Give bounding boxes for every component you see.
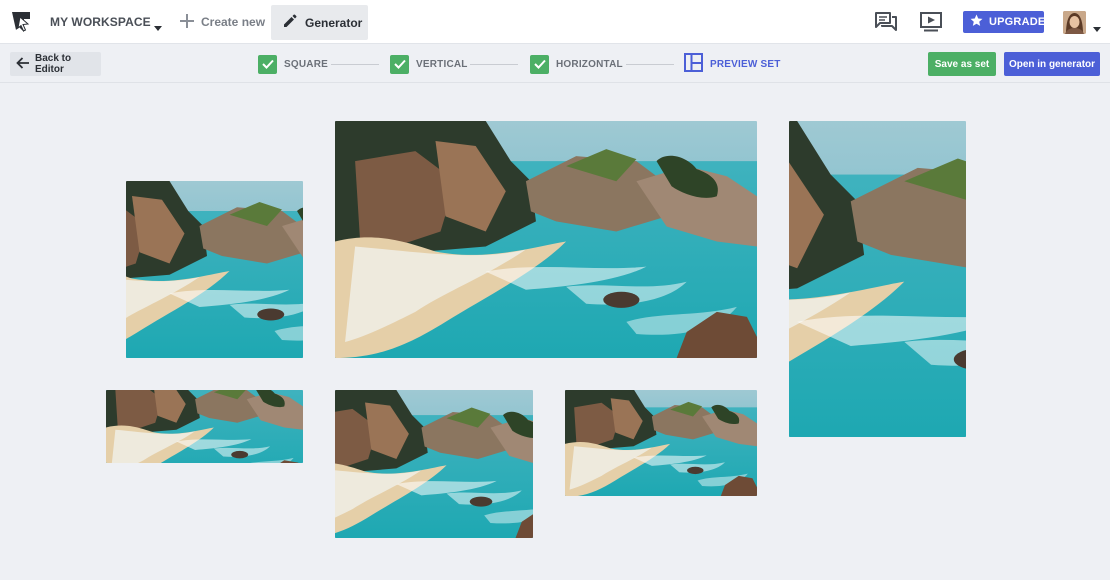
- logo-icon[interactable]: [10, 10, 34, 34]
- step-square[interactable]: SQUARE: [258, 54, 328, 74]
- step-label: HORIZONTAL: [556, 58, 623, 70]
- chevron-down-icon[interactable]: [1093, 20, 1101, 32]
- save-as-set-button[interactable]: Save as set: [928, 52, 996, 76]
- arrow-left-icon: [16, 56, 30, 72]
- pencil-icon: [283, 14, 297, 31]
- create-new-label: Create new: [201, 15, 266, 29]
- portrait-preview[interactable]: [335, 390, 533, 538]
- generator-tab[interactable]: Generator: [271, 5, 368, 40]
- star-icon: [970, 14, 983, 30]
- top-bar: MY WORKSPACE Create new Generator UPGRAD…: [0, 0, 1110, 44]
- back-to-editor-label: Back to Editor: [35, 53, 72, 75]
- layout-icon: [684, 53, 703, 75]
- checkmark-icon: [258, 54, 277, 74]
- comments-icon[interactable]: [874, 10, 898, 34]
- step-vertical[interactable]: VERTICAL: [390, 54, 468, 74]
- workspace-selector[interactable]: MY WORKSPACE: [50, 0, 151, 44]
- step-connector: [470, 64, 518, 65]
- step-preview-set[interactable]: PREVIEW SET: [684, 53, 781, 75]
- step-label: PREVIEW SET: [710, 58, 781, 70]
- checkmark-icon: [530, 54, 549, 74]
- back-to-editor-button[interactable]: Back to Editor: [10, 52, 101, 76]
- step-connector: [331, 64, 379, 65]
- generator-label: Generator: [305, 15, 363, 30]
- create-new-button[interactable]: Create new: [180, 0, 265, 44]
- avatar[interactable]: [1063, 11, 1086, 34]
- chevron-down-icon[interactable]: [154, 19, 162, 31]
- square-preview[interactable]: [126, 181, 303, 358]
- step-label: VERTICAL: [416, 58, 468, 70]
- banner-preview[interactable]: [106, 390, 303, 463]
- landscape-large-preview[interactable]: [335, 121, 757, 358]
- step-horizontal[interactable]: HORIZONTAL: [530, 54, 623, 74]
- step-label: SQUARE: [284, 58, 328, 70]
- vertical-preview[interactable]: [789, 121, 966, 437]
- workspace-label: MY WORKSPACE: [50, 15, 151, 29]
- checkmark-icon: [390, 54, 409, 74]
- open-in-generator-button[interactable]: Open in generator: [1004, 52, 1100, 76]
- upgrade-label: UPGRADE: [989, 16, 1046, 28]
- step-bar: Back to Editor SQUARE VERTICAL HORIZONTA…: [0, 45, 1110, 83]
- video-tutorial-icon[interactable]: [919, 10, 943, 34]
- plus-icon: [180, 13, 194, 31]
- landscape-small-preview[interactable]: [565, 390, 757, 496]
- upgrade-button[interactable]: UPGRADE: [963, 11, 1046, 33]
- step-connector: [626, 64, 674, 65]
